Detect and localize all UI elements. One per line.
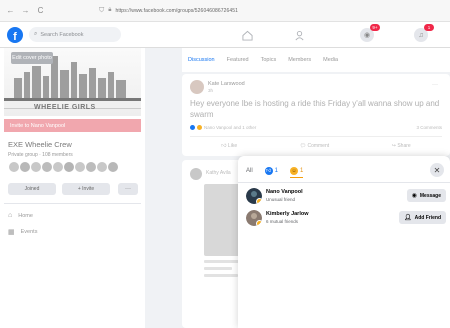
sidebar-item-label: Events [20, 229, 38, 235]
reload-button[interactable]: C [36, 6, 45, 15]
close-icon: ✕ [433, 165, 441, 175]
url-text: https://www.facebook.com/groups/52604608… [115, 7, 239, 14]
thumbs-up-icon: 👍︎ [221, 142, 228, 149]
notifications-icon[interactable]: ♫ 1 [414, 24, 434, 42]
reactions-dialog: All 👍︎ 1 ☺ 1 ✕ Nano Vanpool Unusual frie… [238, 156, 450, 328]
search-placeholder: Search Facebook [40, 31, 84, 38]
search-input[interactable]: ⌕ Search Facebook [29, 27, 121, 42]
joined-button[interactable]: Joined [8, 183, 56, 195]
person-mutual: 6 mutual friends [266, 219, 299, 224]
tab-all-reactions[interactable]: All [246, 164, 253, 178]
close-button[interactable]: ✕ [430, 163, 444, 177]
reactions-text: Nano Vanpool and 1 other [204, 125, 257, 130]
cover-logo-text: WHEELIE GIRLS [34, 104, 96, 111]
invite-banner[interactable]: Invite to Nano Vanpool [4, 119, 141, 132]
sidebar-item-events[interactable]: ▦ Events [8, 228, 37, 236]
tab-topics[interactable]: Topics [261, 57, 277, 63]
post-author[interactable]: Kate Larswood [208, 81, 245, 87]
tab-like-reactions[interactable]: 👍︎ 1 [264, 164, 279, 178]
sidebar-item-home[interactable]: ⌂ Home [8, 212, 33, 219]
list-item: Kimberly Jarlow 6 mutual friends 👤︎ Add … [246, 210, 446, 230]
more-options-button[interactable]: ··· [118, 183, 138, 195]
sidebar-item-label: Home [18, 212, 33, 219]
tab-featured[interactable]: Featured [227, 57, 249, 63]
group-tabs: Discussion Featured Topics Members Media [182, 48, 450, 72]
like-count: 1 [274, 168, 279, 174]
messenger-icon[interactable]: ◉ 9+ [360, 24, 380, 42]
like-reaction-icon: 👍︎ [264, 167, 273, 175]
shield-icon: ⛉ [99, 6, 105, 14]
facebook-top-nav: f ⌕ Search Facebook ◉ 9+ ♫ 1 [0, 22, 450, 48]
search-icon: ⌕ [34, 31, 38, 37]
person-mutual: Unusual friend [266, 197, 296, 202]
facebook-logo-icon[interactable]: f [7, 26, 23, 43]
post-body: Hey everyone Ibe is hosting a ride this … [190, 99, 440, 119]
messenger-badge: 9+ [370, 24, 380, 31]
add-friend-icon: 👤︎ [403, 215, 412, 221]
avatar[interactable] [246, 210, 262, 226]
share-button[interactable]: ↪ Share [392, 143, 411, 149]
add-friend-button[interactable]: 👤︎ Add Friend [398, 211, 446, 224]
comments-count[interactable]: 3 Comments [416, 125, 442, 130]
haha-reaction-icon: ☺ [290, 166, 299, 175]
cover-photo: Edit cover photo WHEELIE GIRLS [4, 48, 141, 116]
avatar[interactable] [246, 188, 262, 204]
post-card: Kate Larswood 3h ··· Hey everyone Ibe is… [182, 74, 450, 156]
messenger-icon: ◉ [411, 193, 417, 199]
person-name[interactable]: Kimberly Jarlow [266, 211, 309, 217]
lock-icon: 🔒︎ [108, 7, 112, 13]
group-name[interactable]: EXE Wheelie Crew [8, 140, 72, 149]
tab-members[interactable]: Members [288, 57, 311, 63]
post-reactions[interactable]: Nano Vanpool and 1 other [190, 125, 256, 130]
avatar[interactable] [107, 161, 119, 173]
divider [238, 182, 450, 183]
avatar[interactable] [190, 168, 202, 180]
tab-discussion[interactable]: Discussion [188, 57, 215, 63]
post-actions: 👍︎ Like 💬︎ Comment ↪ Share [190, 136, 442, 154]
groups-icon[interactable] [292, 28, 306, 42]
tab-haha-reactions[interactable]: ☺ 1 [290, 164, 304, 178]
person-name[interactable]: Nano Vanpool [266, 189, 303, 195]
haha-reaction-icon [256, 198, 262, 204]
post-menu-button[interactable]: ··· [432, 82, 438, 88]
haha-count: 1 [300, 167, 304, 174]
divider [4, 203, 141, 204]
member-avatar-list [8, 161, 119, 173]
forward-button[interactable]: → [21, 6, 30, 15]
group-meta: Private group · 108 members [8, 152, 73, 158]
tab-media[interactable]: Media [323, 57, 338, 63]
address-bar[interactable]: ⛉ 🔒︎ https://www.facebook.com/groups/526… [99, 7, 238, 15]
post-time[interactable]: 3h [208, 88, 213, 93]
back-button[interactable]: ← [6, 6, 15, 15]
home-icon: ⌂ [8, 212, 13, 219]
notifications-badge: 1 [424, 24, 434, 31]
post-author[interactable]: Kathy Avila [206, 170, 231, 176]
reaction-tabs: All 👍︎ 1 ☺ 1 [246, 164, 304, 178]
browser-toolbar: ← → C ⛉ 🔒︎ https://www.facebook.com/grou… [0, 0, 450, 22]
list-item: Nano Vanpool Unusual friend ◉ Message [246, 188, 446, 208]
home-icon[interactable] [240, 28, 254, 42]
haha-reaction-icon [197, 125, 202, 130]
calendar-icon: ▦ [8, 229, 15, 236]
edit-cover-button[interactable]: Edit cover photo [11, 52, 53, 64]
invite-button[interactable]: + Invite [62, 183, 110, 195]
like-reaction-icon [190, 125, 195, 130]
avatar[interactable] [190, 80, 204, 94]
group-sidebar: Edit cover photo WHEELIE GIRLS Invite to… [0, 48, 145, 328]
comment-button[interactable]: 💬︎ Comment [300, 143, 329, 149]
haha-reaction-icon [256, 220, 262, 226]
like-button[interactable]: 👍︎ Like [221, 143, 237, 149]
message-button[interactable]: ◉ Message [406, 189, 446, 202]
